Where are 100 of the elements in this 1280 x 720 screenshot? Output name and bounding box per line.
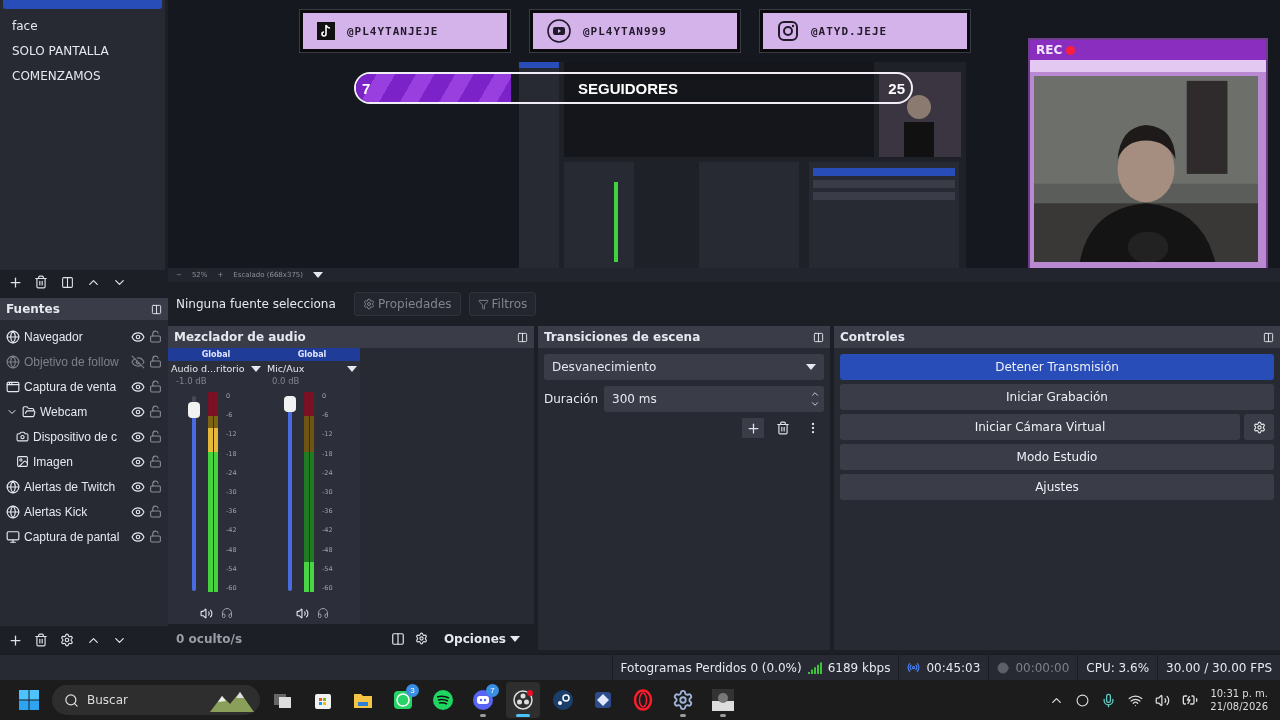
source-item[interactable]: Captura de pantal xyxy=(0,524,168,549)
layout-icon[interactable] xyxy=(390,631,405,646)
source-item[interactable]: Webcam xyxy=(0,399,168,424)
source-item[interactable]: Dispositivo de c xyxy=(0,424,168,449)
settings-icon xyxy=(672,689,694,711)
globe-icon xyxy=(6,479,20,494)
scene-item[interactable]: face xyxy=(3,13,162,38)
camera-outline-icon xyxy=(777,20,799,42)
bitrate: 6189 kbps xyxy=(827,660,891,675)
headphones-icon[interactable] xyxy=(220,607,233,619)
ring-icon[interactable] xyxy=(1076,693,1090,707)
caret-icon xyxy=(806,364,816,370)
handle-text: @PL4YTAN999 xyxy=(583,24,667,38)
microphone-icon[interactable] xyxy=(1101,692,1117,708)
handle-text: @ATYD.JEJE xyxy=(811,24,888,38)
trash-icon xyxy=(776,421,790,435)
slider-thumb[interactable] xyxy=(284,396,296,412)
undock-icon[interactable] xyxy=(1263,331,1274,343)
tiktok-icon xyxy=(317,22,335,40)
notification-count: 3 xyxy=(406,684,419,697)
speaker-icon[interactable] xyxy=(199,607,213,620)
step-up-icon[interactable] xyxy=(810,389,820,399)
options-button[interactable]: Opciones xyxy=(437,630,526,647)
eye-icon[interactable] xyxy=(131,529,145,544)
plus-icon xyxy=(7,274,23,290)
duration-field[interactable]: 300 ms xyxy=(604,386,824,412)
unlock-icon[interactable] xyxy=(149,505,162,518)
image-icon xyxy=(16,455,29,468)
eye-icon[interactable] xyxy=(131,429,145,444)
record-circle-icon xyxy=(512,689,534,711)
unlock-icon[interactable] xyxy=(149,330,162,343)
undock-icon[interactable] xyxy=(813,331,824,343)
undock-icon[interactable] xyxy=(151,303,162,315)
eye-icon[interactable] xyxy=(131,329,145,344)
speaker-icon[interactable] xyxy=(1155,692,1171,708)
hidden-count: 0 oculto/s xyxy=(176,631,244,646)
eye-icon[interactable] xyxy=(131,379,145,394)
unlock-icon[interactable] xyxy=(149,430,162,443)
undock-icon[interactable] xyxy=(517,331,528,343)
globe-icon xyxy=(6,354,20,369)
eye-icon[interactable] xyxy=(131,404,145,419)
goal-end: 25 xyxy=(888,79,905,97)
search-field[interactable]: Buscar xyxy=(52,685,260,715)
control-button[interactable]: Iniciar Cámara Virtual xyxy=(840,414,1240,440)
eye-icon[interactable] xyxy=(131,479,145,494)
unlock-icon[interactable] xyxy=(149,405,162,418)
ring-icon xyxy=(632,689,654,711)
panel-title: Controles xyxy=(840,330,905,344)
camera-icon xyxy=(16,430,29,443)
source-item[interactable]: Objetivo de follow xyxy=(0,349,168,374)
channel-tag: Global xyxy=(264,348,360,361)
plus-icon xyxy=(745,420,761,436)
unlock-icon[interactable] xyxy=(149,355,162,368)
volume-slider[interactable] xyxy=(188,396,200,591)
eye-icon[interactable] xyxy=(131,504,145,519)
control-button[interactable]: Detener Transmisión xyxy=(840,354,1274,380)
settings-button[interactable] xyxy=(1244,414,1274,440)
plus-icon xyxy=(7,632,23,648)
panel-title: Fuentes xyxy=(6,302,60,316)
source-item[interactable]: Alertas Kick xyxy=(0,499,168,524)
volume-slider[interactable] xyxy=(284,396,296,591)
speaker-icon[interactable] xyxy=(295,607,309,620)
cpu-usage: CPU: 3.6% xyxy=(1086,660,1150,675)
stream-time: 00:45:03 xyxy=(926,660,981,675)
channel-name: Audio d...ritorio xyxy=(171,363,246,374)
source-item[interactable]: Captura de venta xyxy=(0,374,168,399)
unlock-icon[interactable] xyxy=(149,455,162,468)
settings-icon[interactable] xyxy=(414,632,428,645)
unlock-icon[interactable] xyxy=(149,530,162,543)
control-button[interactable]: Ajustes xyxy=(840,474,1274,500)
transition-dropdown[interactable]: Desvanecimiento xyxy=(544,354,824,380)
clock[interactable]: 10:31 p. m. 21/08/2026 xyxy=(1210,686,1272,714)
wifi-icon[interactable] xyxy=(1128,692,1144,708)
rec-label: REC xyxy=(1036,43,1063,57)
battery-icon[interactable] xyxy=(1182,692,1199,708)
control-button[interactable]: Modo Estudio xyxy=(840,444,1274,470)
slider-thumb[interactable] xyxy=(188,401,200,418)
taskbar-app-button[interactable] xyxy=(506,682,540,718)
control-button[interactable]: Iniciar Grabación xyxy=(840,384,1274,410)
volume-reading: -1.0 dB xyxy=(175,376,208,386)
folder-icon xyxy=(22,404,36,419)
panel-icon xyxy=(60,275,74,289)
eye-off-icon[interactable] xyxy=(131,354,145,369)
add-button[interactable] xyxy=(742,418,764,438)
step-down-icon[interactable] xyxy=(810,399,820,409)
trash-icon xyxy=(34,275,48,289)
unlock-icon[interactable] xyxy=(149,480,162,493)
unlock-icon[interactable] xyxy=(149,380,162,393)
source-item[interactable]: Alertas de Twitch xyxy=(0,474,168,499)
eye-icon[interactable] xyxy=(131,454,145,469)
channel-name: Mic/Aux xyxy=(267,363,306,374)
window-icon xyxy=(6,379,20,394)
windows-logo-icon[interactable] xyxy=(18,689,40,711)
source-item[interactable]: Navegador xyxy=(0,324,168,349)
headphones-icon[interactable] xyxy=(316,607,329,619)
scene-item[interactable]: COMENZAMOS xyxy=(3,63,162,88)
panel-title: Transiciones de escena xyxy=(544,330,701,344)
recording-time: 00:00:00 xyxy=(1015,660,1070,675)
source-item[interactable]: Imagen xyxy=(0,449,168,474)
scene-item[interactable]: SOLO PANTALLA xyxy=(3,38,162,63)
